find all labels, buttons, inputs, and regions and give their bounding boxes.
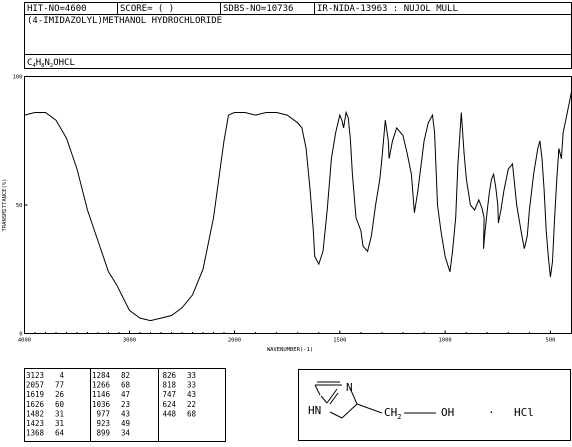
peak-transmittance: 68 [187,409,197,418]
molecular-formula: C4H8N2OHCL [27,58,75,69]
peak-wavenumber: 818 [162,381,176,390]
peak-wavenumber: 899 [96,429,110,438]
peak-transmittance: 4 [59,371,64,380]
peak-transmittance: 68 [121,381,131,390]
peak-wavenumber: 624 [162,400,176,409]
peak-transmittance: 31 [55,419,64,428]
hydrochloride-label: HCl [514,406,534,419]
ring-double-bond [329,392,339,405]
measurement-method: IR-NIDA-13963 : NUJOL MULL [317,4,458,14]
x-axis: 4000 3000 2000 1500 1000 500 [18,330,555,344]
peak-wavenumber: 1266 [92,381,111,390]
x-tick-label: 1000 [439,338,452,344]
peak-wavenumber: 1423 [26,419,44,428]
hit-number: HIT-NO=4600 [27,4,87,14]
sdbs-number: SDBS-NO=10736 [223,4,293,14]
y-tick-label: 50 [16,203,23,209]
peak-wavenumber: 2057 [26,381,44,390]
peak-transmittance: 49 [121,419,130,428]
x-tick-label: 3000 [123,338,136,344]
compound-name: (4-IMIDAZOLYL)METHANOL HYDROCHLORIDE [27,16,222,26]
peak-table: 3123 4 1284 82 826 332057 77 1266 68 818 331619 26 1… [24,368,226,442]
peak-transmittance: 82 [121,371,130,380]
peak-wavenumber: 826 [162,371,176,380]
x-tick-label: 500 [545,338,555,344]
peak-transmittance: 26 [55,390,65,399]
ring-nitrogen-label: N [346,381,353,394]
salt-dot: · [488,406,495,419]
x-axis-label: WAVENUMBER(-1) [267,347,313,353]
peak-wavenumber: 977 [96,409,110,418]
peak-wavenumber: 1036 [92,400,111,409]
spectrum-line [24,91,572,322]
peak-wavenumber: 1284 [92,371,111,380]
chart: 100 500 4000 3000 2000 1500 1000 500 WAVENUMBE… [2,75,572,353]
structure-box [298,369,571,441]
hydroxyl-label: OH [441,406,454,419]
ring-bond [329,411,343,419]
x-tick-label: 2000 [228,338,241,344]
peak-transmittance: 64 [55,429,65,438]
ring-bond [320,395,328,404]
chain-bond [356,403,383,414]
peak-transmittance: 43 [187,390,196,399]
y-axis: 100500 [13,75,28,338]
peak-wavenumber: 923 [96,419,110,428]
peak-wavenumber: 1626 [26,400,45,409]
structure-diagram: N HN CH2 OH · HCl [298,369,571,441]
peak-wavenumber: 747 [162,390,176,399]
ring-nh-label: HN [308,404,321,417]
peak-transmittance: 31 [55,409,64,418]
spectrum-page: HIT-NO=4600 SCORE= ( ) SDBS-NO=10736 IR-… [2,2,572,442]
ring-bond [341,403,358,419]
peak-transmittance: 60 [55,400,65,409]
y-tick-label: 100 [13,75,23,81]
peak-transmittance: 22 [187,400,196,409]
score: SCORE= ( ) [120,4,174,14]
x-tick-label: 1500 [333,338,346,344]
peak-wavenumber: 448 [162,409,176,418]
formula-box [24,54,572,69]
peak-transmittance: 77 [55,381,64,390]
peak-transmittance: 43 [121,409,130,418]
header: HIT-NO=4600 SCORE= ( ) SDBS-NO=10736 IR-… [24,2,572,69]
peak-transmittance: 23 [121,400,130,409]
peak-wavenumber: 1146 [92,390,111,399]
peak-transmittance: 34 [121,429,131,438]
ring-bond [314,384,321,396]
plot-area [24,76,572,334]
peak-wavenumber: 3123 [26,371,44,380]
methylene-label: CH2 [384,406,401,421]
peak-transmittance: 33 [187,371,196,380]
peak-table-rows: 3123 4 1284 82 826 332057 77 1266 68 818 331619 26 1… [26,371,197,438]
peak-wavenumber: 1619 [26,390,44,399]
peak-wavenumber: 1368 [26,429,45,438]
x-tick-label: 4000 [18,338,31,344]
peak-transmittance: 47 [121,390,130,399]
y-axis-label: TRANSMITTANCE(%) [2,179,8,232]
peak-wavenumber: 1482 [26,409,44,418]
peak-transmittance: 33 [187,381,196,390]
imidazole-ring [314,381,436,419]
header-row-box [24,2,572,15]
